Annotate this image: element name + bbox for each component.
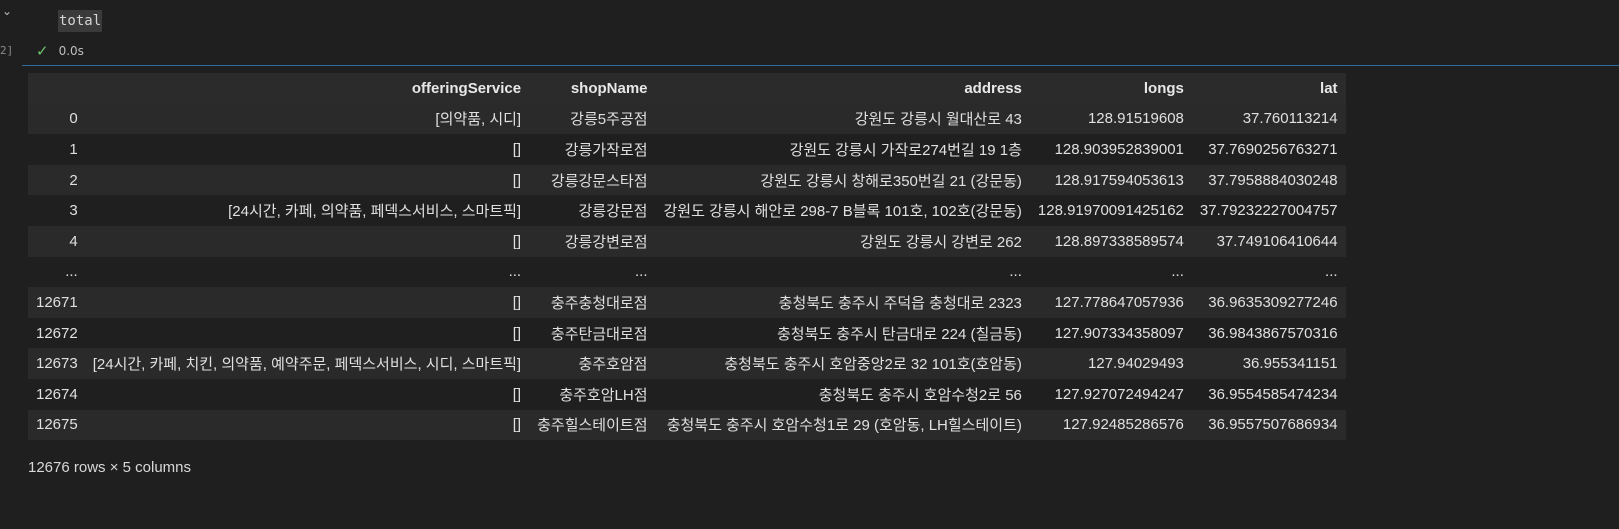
table-cell: [] (512, 385, 522, 403)
table-cell: ... (1171, 263, 1184, 281)
code-cell[interactable]: total ✓ 0.0s (22, 0, 1619, 66)
table-cell: 강릉가작로점 (564, 141, 648, 159)
table-row: 2 [] 강릉강문스타점 강원도 강릉시 창해로350번길 21 (강문동) 128.9… (28, 164, 1346, 196)
table-cell: 127.927072494247 (1054, 385, 1184, 403)
row-index: 12671 (36, 293, 78, 311)
table-cell: 128.917594053613 (1054, 171, 1184, 189)
table-cell: 37.749106410644 (1216, 232, 1338, 250)
table-cell: ... (634, 263, 648, 281)
row-index: 1 (69, 140, 78, 158)
table-cell: [24시간, 카페, 의약품, 페덱스서비스, 스마트픽] (228, 203, 522, 221)
table-cell: 36.9557507686934 (1208, 416, 1338, 434)
table-cell: 36.9843867570316 (1208, 324, 1338, 342)
table-cell: 충청북도 충주시 호암중앙2로 32 101호(호암동) (724, 356, 1022, 374)
table-cell: [] (512, 171, 522, 189)
table-cell: 37.7690256763271 (1208, 140, 1338, 158)
column-header: longs (1029, 73, 1192, 104)
table-row: .................. (28, 256, 1346, 288)
table-cell: 37.79232227004757 (1199, 202, 1338, 220)
table-row: 12673 [24시간, 카페, 치킨, 의약품, 예약주문, 페덱스서비스, 시… (28, 348, 1346, 379)
execution-status: ✓ 0.0s (36, 42, 84, 60)
table-cell: 127.94029493 (1087, 355, 1184, 373)
table-cell: 충주호암점 (578, 356, 648, 374)
table-row: 12671 [] 충주충청대로점 충청북도 충주시 주덕읍 충청대로 2323 127.… (28, 287, 1346, 318)
check-icon: ✓ (36, 42, 49, 60)
table-cell: 강원도 강릉시 해안로 298-7 B블록 101호, 102호(강문동) (663, 203, 1022, 221)
row-index: 12675 (36, 416, 78, 434)
table-cell: 37.760113214 (1242, 110, 1338, 128)
table-cell: [24시간, 카페, 치킨, 의약품, 예약주문, 페덱스서비스, 시디, 스마… (92, 356, 522, 374)
table-cell: ... (1009, 263, 1022, 281)
table-cell: 충청북도 충주시 호암수청1로 29 (호암동, LH힐스테이트) (666, 417, 1022, 435)
table-cell: [] (512, 140, 522, 158)
dataframe-table: offeringService shopName address longs lat 0… (28, 73, 1346, 441)
table-cell: 충청북도 충주시 주덕읍 충청대로 2323 (778, 294, 1022, 312)
index-header (28, 73, 85, 104)
row-index: 12672 (36, 324, 78, 342)
table-cell: 강원도 강릉시 월대산로 43 (854, 111, 1022, 129)
table-cell: 128.91970091425162 (1037, 202, 1184, 220)
row-index: 3 (69, 202, 78, 220)
table-cell: [] (512, 324, 522, 342)
table-cell: 127.907334358097 (1054, 324, 1184, 342)
table-row: 1 [] 강릉가작로점 강원도 강릉시 가작로274번길 19 1층 128.90395… (28, 134, 1346, 165)
table-row: 0 [의약품, 시디] 강릉5주공점 강원도 강릉시 월대산로 43 128.91519… (28, 103, 1346, 135)
table-row: 4 [] 강릉강변로점 강원도 강릉시 강변로 262 128.897338589574… (28, 225, 1346, 257)
table-cell: [의약품, 시디] (435, 111, 522, 129)
table-cell: 강원도 강릉시 강변로 262 (860, 233, 1022, 251)
table-cell: 강릉5주공점 (570, 111, 648, 129)
table-cell: 강릉강문점 (578, 203, 648, 221)
execution-time: 0.0s (58, 44, 84, 58)
column-header: shopName (529, 73, 656, 104)
table-cell: [] (512, 293, 522, 311)
table-cell: 128.903952839001 (1054, 140, 1184, 158)
table-cell: [] (512, 232, 522, 250)
table-cell: 36.955341151 (1242, 355, 1338, 373)
table-cell: 충주충청대로점 (550, 294, 648, 312)
row-index: 4 (69, 232, 78, 250)
table-row: 12675 [] 충주힐스테이트점 충청북도 충주시 호암수청1로 29 (호암동, … (28, 409, 1346, 441)
column-header: offeringService (84, 73, 530, 104)
dataframe-shape: 12676 rows × 5 columns (28, 459, 192, 476)
table-cell: 37.7958884030248 (1208, 171, 1338, 189)
table-cell: 127.92485286576 (1062, 416, 1184, 434)
cell-output: offeringService shopName address longs lat 0… (28, 73, 1346, 441)
column-header: address (655, 73, 1030, 104)
table-cell: [] (512, 416, 522, 434)
table-cell: 충주힐스테이트점 (537, 417, 648, 435)
chevron-down-icon[interactable]: ⌄ (2, 4, 16, 18)
code-text[interactable]: total (58, 10, 103, 32)
table-cell: ... (1325, 263, 1338, 281)
table-cell: 강릉강변로점 (564, 233, 648, 251)
table-cell: 128.897338589574 (1054, 232, 1184, 250)
row-index: 12673 (36, 355, 78, 373)
table-cell: 128.91519608 (1087, 110, 1184, 128)
table-row: 12672 [] 충주탄금대로점 충청북도 충주시 탄금대로 224 (칠금동) 127… (28, 317, 1346, 349)
table-cell: 강릉강문스타점 (550, 172, 648, 190)
table-cell: 36.9635309277246 (1208, 293, 1338, 311)
row-index: 12674 (36, 385, 78, 403)
table-cell: 36.9554585474234 (1208, 385, 1338, 403)
table-cell: 충주호암LH점 (559, 386, 648, 404)
row-index: ... (65, 263, 78, 281)
table-body: 0 [의약품, 시디] 강릉5주공점 강원도 강릉시 월대산로 43 128.91519… (28, 103, 1346, 441)
table-row: 3 [24시간, 카페, 의약품, 페덱스서비스, 스마트픽] 강릉강문점 강원도 강… (28, 195, 1346, 226)
row-index: 0 (69, 110, 78, 128)
execution-count: 2] (0, 44, 14, 57)
row-index: 2 (69, 171, 78, 189)
table-cell: 충청북도 충주시 호암수청2로 56 (818, 386, 1022, 404)
table-header-row: offeringService shopName address longs lat (28, 73, 1346, 104)
column-header: lat (1191, 73, 1346, 104)
table-row: 12674 [] 충주호암LH점 충청북도 충주시 호암수청2로 56 127.9270… (28, 378, 1346, 410)
table-cell: ... (508, 263, 522, 281)
table-cell: 충주탄금대로점 (550, 325, 648, 343)
table-cell: 충청북도 충주시 탄금대로 224 (칠금동) (777, 325, 1022, 343)
table-cell: 127.778647057936 (1054, 293, 1184, 311)
table-cell: 강원도 강릉시 가작로274번길 19 1층 (789, 141, 1022, 159)
table-cell: 강원도 강릉시 창해로350번길 21 (강문동) (760, 172, 1022, 190)
